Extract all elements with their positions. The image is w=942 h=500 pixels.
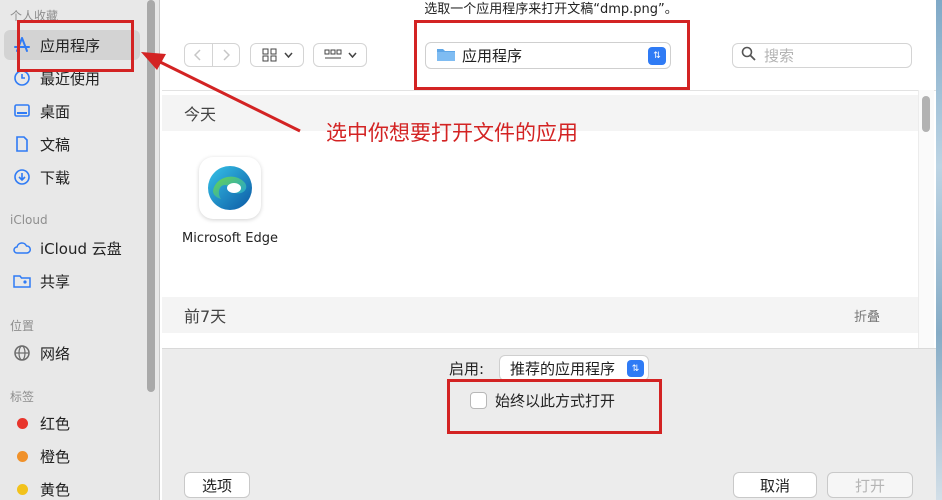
- annotation-text: 选中你想要打开文件的应用: [326, 121, 578, 145]
- annotation-arrow: [141, 52, 301, 133]
